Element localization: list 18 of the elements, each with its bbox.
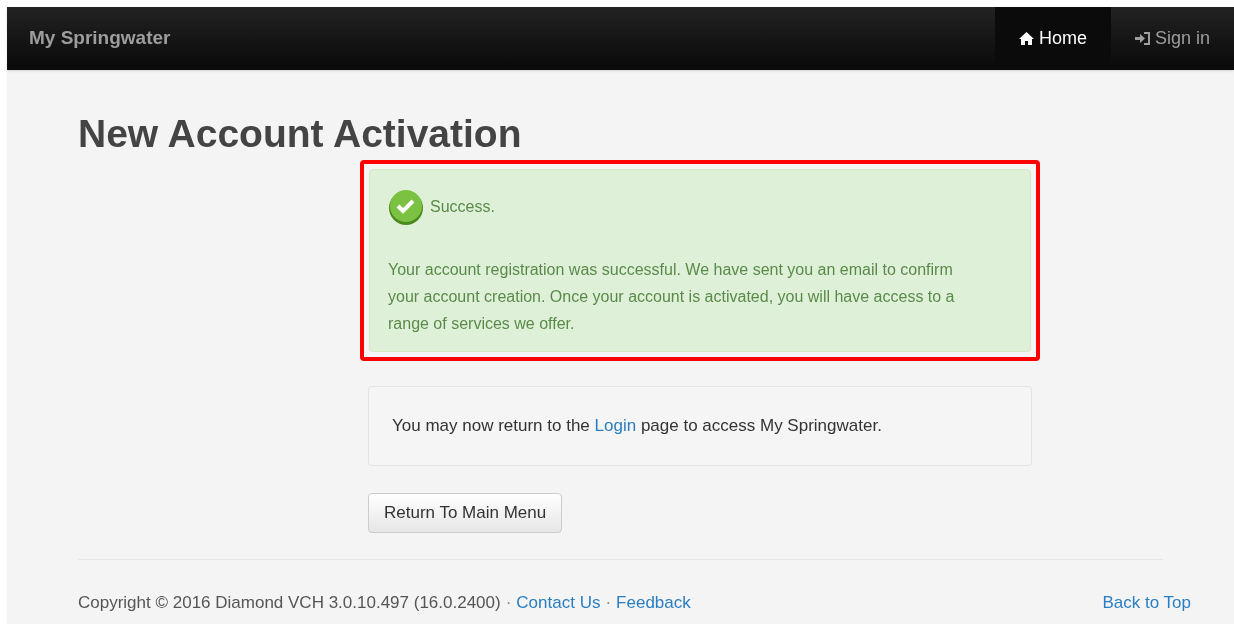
home-icon — [1018, 32, 1034, 45]
back-to-top-link[interactable]: Back to Top — [1102, 590, 1191, 616]
nav-link[interactable]: Home — [994, 7, 1111, 70]
separator: · — [605, 592, 612, 614]
sign-in-icon — [1134, 32, 1150, 45]
alert-message: Your account registration was successful. We have sent you an email to confirm your account creation. Once your account is activated, you will have access to a range of services we offer. — [388, 260, 956, 334]
nav-link[interactable]: Sign in — [1110, 7, 1234, 70]
separator: · — [505, 592, 512, 614]
contact-link[interactable]: Contact Us — [516, 590, 601, 616]
login-link[interactable]: Login — [594, 416, 637, 436]
alert-heading: Success. — [430, 197, 495, 217]
return-button[interactable]: Return To Main Menu — [368, 493, 563, 533]
check-circle-icon — [388, 188, 424, 226]
info-message: You may now return to the Login page to access My Springwater. — [392, 415, 882, 438]
page-title: New Account Activation — [78, 114, 523, 153]
brand-link[interactable]: My Springwater — [29, 24, 171, 53]
feedback-link[interactable]: Feedback — [616, 590, 691, 616]
copyright-text: Copyright © 2016 Diamond VCH 3.0.10.497 (16.0.2400) — [78, 592, 501, 614]
